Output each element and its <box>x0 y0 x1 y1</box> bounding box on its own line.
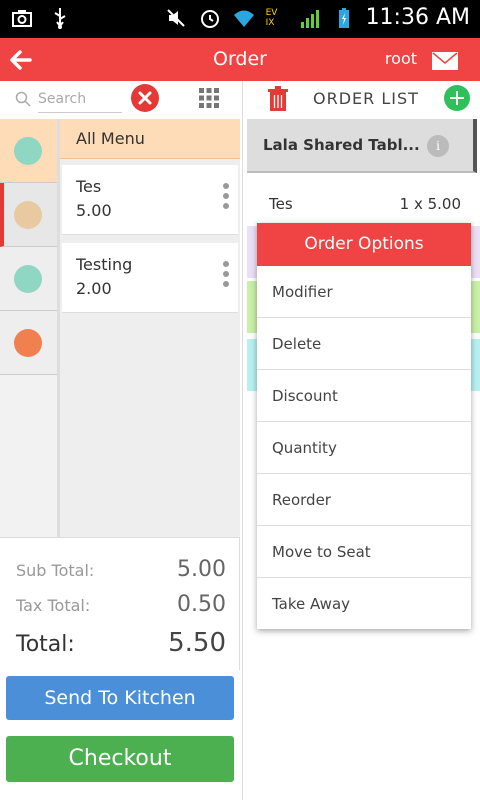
wifi-icon <box>233 10 254 27</box>
sub-total-label: Sub Total: <box>16 561 95 580</box>
menu-item-name: Testing <box>76 255 133 274</box>
usb-icon <box>54 8 66 29</box>
totals-panel: Sub Total: 5.00 Tax Total: 0.50 Total: 5… <box>0 537 240 670</box>
clock: 11:36 AM <box>365 5 470 30</box>
menu-item-name: Tes <box>76 177 102 196</box>
category-1-icon <box>14 137 42 165</box>
plus-icon <box>450 91 464 105</box>
category-tab-4[interactable] <box>0 311 57 375</box>
alarm-icon <box>200 9 219 28</box>
category-tab-3[interactable] <box>0 247 57 311</box>
menu-item-price: 2.00 <box>76 279 112 298</box>
menu-header: All Menu <box>60 119 240 159</box>
info-icon[interactable]: i <box>427 135 449 157</box>
option-modifier[interactable]: Modifier <box>257 266 471 318</box>
tax-total-label: Tax Total: <box>16 596 91 615</box>
order-line-qty: 1 x 5.00 <box>399 195 461 213</box>
option-discount[interactable]: Discount <box>257 370 471 422</box>
checkout-button[interactable]: Checkout <box>6 736 234 782</box>
send-to-kitchen-button[interactable]: Send To Kitchen <box>6 676 234 720</box>
clear-search-button[interactable] <box>131 84 159 112</box>
option-quantity[interactable]: Quantity <box>257 422 471 474</box>
close-icon <box>138 91 152 105</box>
app-header: Order root <box>0 38 480 81</box>
category-list <box>0 119 60 537</box>
category-3-icon <box>14 265 42 293</box>
trash-icon[interactable] <box>267 86 289 112</box>
total-label: Total: <box>16 632 75 657</box>
table-name: Lala Shared Tabl... <box>263 136 420 154</box>
grid-view-icon[interactable] <box>198 87 220 109</box>
category-tab-2[interactable] <box>0 183 57 247</box>
camera-icon <box>12 10 32 27</box>
signal-icon <box>300 9 319 28</box>
category-2-icon <box>14 201 42 229</box>
search-icon <box>15 91 31 107</box>
table-tab[interactable]: Lala Shared Tabl... i <box>247 119 477 173</box>
order-list-label: ORDER LIST <box>313 89 419 108</box>
option-delete[interactable]: Delete <box>257 318 471 370</box>
menu-item[interactable]: Tes 5.00 <box>62 165 238 235</box>
status-bar: EV IX 11:36 AM <box>0 0 480 38</box>
user-name: root <box>384 49 417 68</box>
search-bar <box>0 81 240 119</box>
menu-item-price: 5.00 <box>76 201 112 220</box>
search-input[interactable] <box>38 85 122 113</box>
menu-panel: All Menu Tes 5.00 Testing 2.00 <box>60 119 240 537</box>
order-list-toolbar: ORDER LIST <box>243 81 480 119</box>
category-tab-1[interactable] <box>0 119 57 183</box>
order-line[interactable]: Tes 1 x 5.00 <box>247 184 477 222</box>
more-options-icon[interactable] <box>222 183 230 217</box>
network-indicator: EV IX <box>265 7 278 28</box>
battery-icon <box>338 7 349 28</box>
menu-item[interactable]: Testing 2.00 <box>62 243 238 313</box>
tax-total-value: 0.50 <box>177 592 226 617</box>
category-4-icon <box>14 329 42 357</box>
add-button[interactable] <box>444 85 470 111</box>
option-take-away[interactable]: Take Away <box>257 578 471 630</box>
sub-total-value: 5.00 <box>177 557 226 582</box>
order-options-dialog: Order Options Modifier Delete Discount Q… <box>257 223 471 629</box>
total-value: 5.50 <box>168 628 226 658</box>
option-move-to-seat[interactable]: Move to Seat <box>257 526 471 578</box>
mail-icon[interactable] <box>432 52 458 70</box>
order-line-name: Tes <box>269 195 293 213</box>
more-options-icon[interactable] <box>222 261 230 295</box>
mute-icon <box>166 8 185 27</box>
dialog-title: Order Options <box>257 223 471 266</box>
option-reorder[interactable]: Reorder <box>257 474 471 526</box>
